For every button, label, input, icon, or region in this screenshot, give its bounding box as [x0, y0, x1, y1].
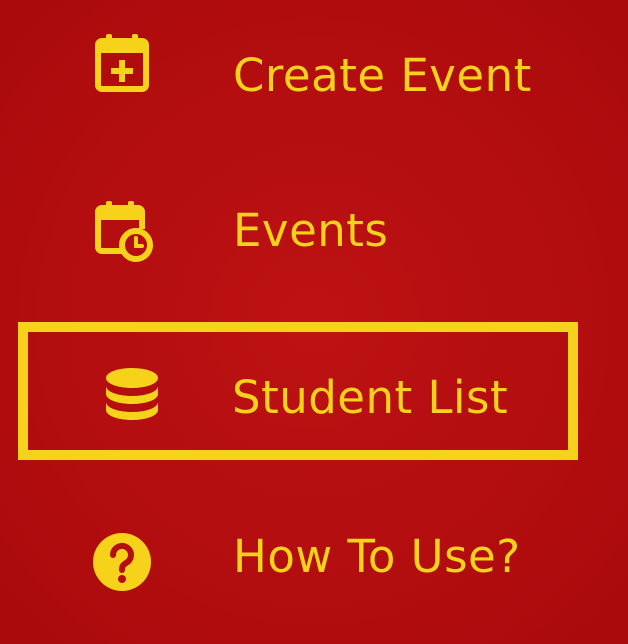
calendar-plus-icon	[90, 32, 154, 96]
menu-item-create-event[interactable]: Create Event	[0, 10, 628, 120]
menu-item-events[interactable]: Events	[0, 176, 628, 286]
menu-item-how-to-use[interactable]: How To Use?	[0, 505, 628, 615]
menu-item-label: How To Use?	[233, 530, 521, 583]
calendar-clock-icon	[90, 199, 154, 263]
menu-item-label: Create Event	[233, 49, 532, 102]
menu-item-label: Events	[233, 204, 389, 257]
database-icon	[100, 364, 164, 428]
menu-item-student-list[interactable]: Student List	[18, 322, 578, 460]
menu-item-label: Student List	[232, 371, 509, 424]
side-menu: Create Event Events Student List How To …	[0, 0, 628, 644]
question-circle-icon	[90, 530, 154, 594]
